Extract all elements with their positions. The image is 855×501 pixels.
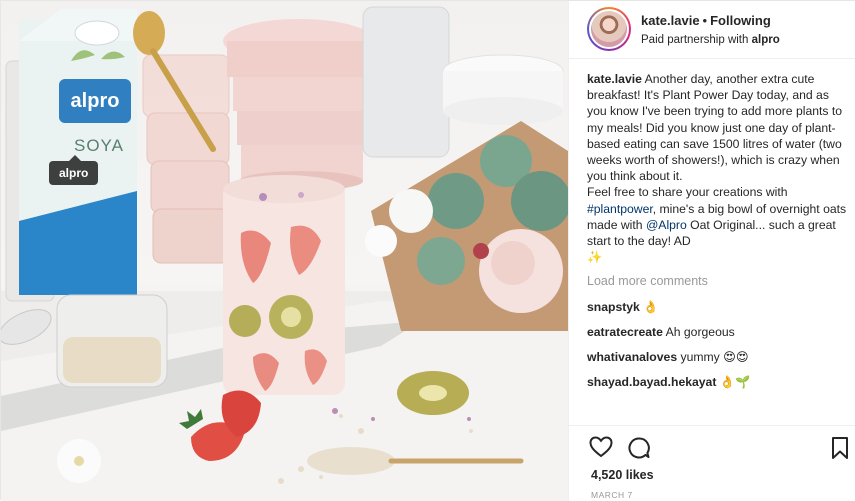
load-more-comments-button[interactable]: Load more comments xyxy=(587,273,847,289)
paid-partnership-label: Paid partnership with alpro xyxy=(641,34,780,46)
hashtag-link[interactable]: #plantpower xyxy=(587,202,653,216)
caption: kate.lavie Another day, another extra cu… xyxy=(587,71,847,265)
comment-text: 👌🌱 xyxy=(719,375,751,390)
caption-text-2: Feel free to share your creations with xyxy=(587,185,788,200)
product-tag-alpro[interactable]: alpro xyxy=(49,155,99,185)
comment-text: 👌 xyxy=(643,299,659,314)
partnership-prefix: Paid partnership with xyxy=(641,34,749,46)
smoothie-glass xyxy=(223,175,345,395)
post-photo[interactable]: alpro SOYA alpro xyxy=(1,1,568,501)
alpro-carton: alpro SOYA xyxy=(19,9,137,295)
avatar[interactable] xyxy=(587,7,631,51)
mention-link[interactable]: @Alpro xyxy=(646,218,687,232)
partner-link[interactable]: alpro xyxy=(752,34,780,46)
comment-username[interactable]: snapstyk xyxy=(587,300,640,314)
comment-row: whativanaloves yummy 😍😍 xyxy=(587,349,847,365)
comment-row: shayad.bayad.hekayat 👌🌱 xyxy=(587,374,847,390)
comment-row: snapstyk 👌 xyxy=(587,299,847,315)
header-username[interactable]: kate.lavie xyxy=(641,13,700,28)
bookmark-icon[interactable] xyxy=(831,436,849,465)
comment-username[interactable]: shayad.bayad.hekayat xyxy=(587,375,716,389)
comment-text: yummy 😍😍 xyxy=(680,350,749,365)
carton-variant-text: SOYA xyxy=(74,136,124,155)
comment-icon[interactable] xyxy=(627,436,651,465)
caption-username[interactable]: kate.lavie xyxy=(587,72,642,86)
carton-brand-text: alpro xyxy=(71,90,120,112)
caption-and-comments: kate.lavie Another day, another extra cu… xyxy=(587,71,847,390)
likes-count[interactable]: 4,520 likes xyxy=(591,468,654,482)
comment-username[interactable]: whativanaloves xyxy=(587,350,677,364)
comment-row: eatratecreate Ah gorgeous xyxy=(587,324,847,340)
header-separator: • xyxy=(702,13,708,28)
post-header: kate.lavie • Following Paid partnership wi… xyxy=(569,1,855,59)
heart-icon[interactable] xyxy=(589,436,613,463)
instagram-post: alpro SOYA alpro kate.lavie • Following … xyxy=(0,0,855,501)
pink-bowls xyxy=(223,19,375,191)
post-date: MARCH 7 xyxy=(591,490,633,500)
caption-text-1: Another day, another extra cute breakfas… xyxy=(587,72,843,184)
comment-username[interactable]: eatratecreate xyxy=(587,325,663,339)
following-button[interactable]: Following xyxy=(710,13,771,28)
stacked-glasses xyxy=(142,54,230,264)
header-text: kate.lavie • Following Paid partnership wi… xyxy=(641,12,780,46)
post-sidebar: kate.lavie • Following Paid partnership wi… xyxy=(568,1,855,501)
action-bar xyxy=(569,425,855,465)
comment-text: Ah gorgeous xyxy=(665,324,735,339)
avatar-image xyxy=(589,9,629,49)
sparkle-emoji: ✨ xyxy=(587,250,603,265)
breakfast-photo-illustration: alpro SOYA xyxy=(1,6,568,501)
